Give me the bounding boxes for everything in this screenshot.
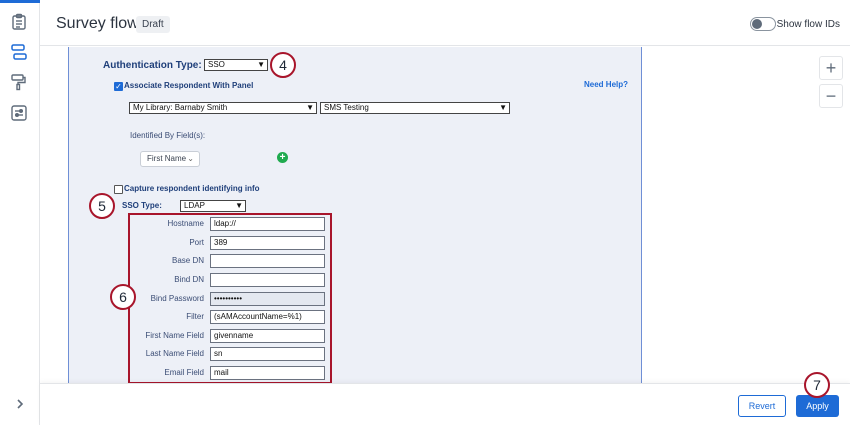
auth-type-label: Authentication Type:	[103, 60, 202, 71]
sso-type-value: LDAP	[184, 201, 205, 210]
associate-checkbox[interactable]: ✓	[114, 82, 123, 91]
last-name-field-input[interactable]: sn	[210, 347, 325, 361]
identified-field-value: First Name	[147, 154, 187, 163]
port-label: Port	[189, 238, 204, 247]
base-dn-input[interactable]	[210, 254, 325, 268]
panel-value: SMS Testing	[324, 103, 369, 112]
library-select[interactable]: My Library: Barnaby Smith ▼	[129, 102, 317, 114]
hostname-label: Hostname	[167, 219, 204, 228]
left-rail	[0, 0, 40, 425]
chevron-down-icon: ▼	[499, 103, 507, 112]
filter-label: Filter	[186, 312, 204, 321]
email-field-label: Email Field	[164, 368, 204, 377]
filter-input[interactable]: (sAMAccountName=%1)	[210, 310, 325, 324]
capture-label: Capture respondent identifying info	[124, 184, 260, 193]
first-name-field-input[interactable]: givenname	[210, 329, 325, 343]
zoom-out-button[interactable]: −	[819, 84, 843, 108]
footer-bar: Revert Apply	[40, 383, 850, 425]
first-name-field-label: First Name Field	[145, 331, 204, 340]
auth-type-select[interactable]: SSO ▼	[204, 59, 268, 71]
survey-icon[interactable]	[10, 13, 28, 31]
sso-type-label: SSO Type:	[122, 201, 162, 210]
associate-label: Associate Respondent With Panel	[124, 81, 254, 90]
options-icon[interactable]	[10, 104, 28, 122]
identified-by-label: Identified By Field(s):	[130, 131, 206, 140]
auth-type-value: SSO	[208, 60, 225, 69]
paint-roller-icon[interactable]	[10, 73, 28, 91]
step-marker-7: 7	[804, 372, 830, 398]
zoom-in-button[interactable]: +	[819, 56, 843, 80]
need-help-link[interactable]: Need Help?	[584, 80, 628, 89]
email-field-input[interactable]: mail	[210, 366, 325, 380]
hostname-input[interactable]: ldap://	[210, 217, 325, 231]
port-input[interactable]: 389	[210, 236, 325, 250]
page-title: Survey flow	[56, 15, 139, 32]
identified-field-select[interactable]: First Name ⌄	[140, 151, 200, 167]
step-marker-4: 4	[270, 52, 296, 78]
rail-active-indicator	[0, 0, 40, 3]
base-dn-label: Base DN	[171, 256, 204, 265]
status-badge: Draft	[136, 16, 170, 33]
flow-icon[interactable]	[10, 43, 28, 61]
apply-button[interactable]: Apply	[796, 395, 839, 417]
step-marker-6: 6	[110, 284, 136, 310]
chevron-down-icon: ▼	[235, 201, 243, 210]
revert-button[interactable]: Revert	[738, 395, 786, 417]
step-marker-5: 5	[89, 193, 115, 219]
toggle-knob	[752, 19, 762, 29]
sso-type-select[interactable]: LDAP ▼	[180, 200, 246, 212]
bind-password-input[interactable]: ••••••••••	[210, 292, 325, 306]
chevron-down-icon: ▼	[306, 103, 314, 112]
show-flow-ids-toggle[interactable]	[750, 17, 776, 31]
add-field-plus-icon[interactable]: +	[277, 152, 288, 163]
bind-dn-label: Bind DN	[174, 275, 204, 284]
panel-select[interactable]: SMS Testing ▼	[320, 102, 510, 114]
capture-checkbox[interactable]	[114, 185, 123, 194]
chevron-down-icon: ▼	[257, 60, 265, 69]
bind-dn-input[interactable]	[210, 273, 325, 287]
show-flow-ids-label: Show flow IDs	[776, 19, 840, 30]
chevron-right-icon[interactable]	[12, 396, 28, 412]
last-name-field-label: Last Name Field	[145, 349, 204, 358]
library-value: My Library: Barnaby Smith	[133, 103, 228, 112]
header-bar: Survey flow Draft Show flow IDs	[40, 0, 850, 46]
chevron-down-icon: ⌄	[187, 154, 194, 163]
